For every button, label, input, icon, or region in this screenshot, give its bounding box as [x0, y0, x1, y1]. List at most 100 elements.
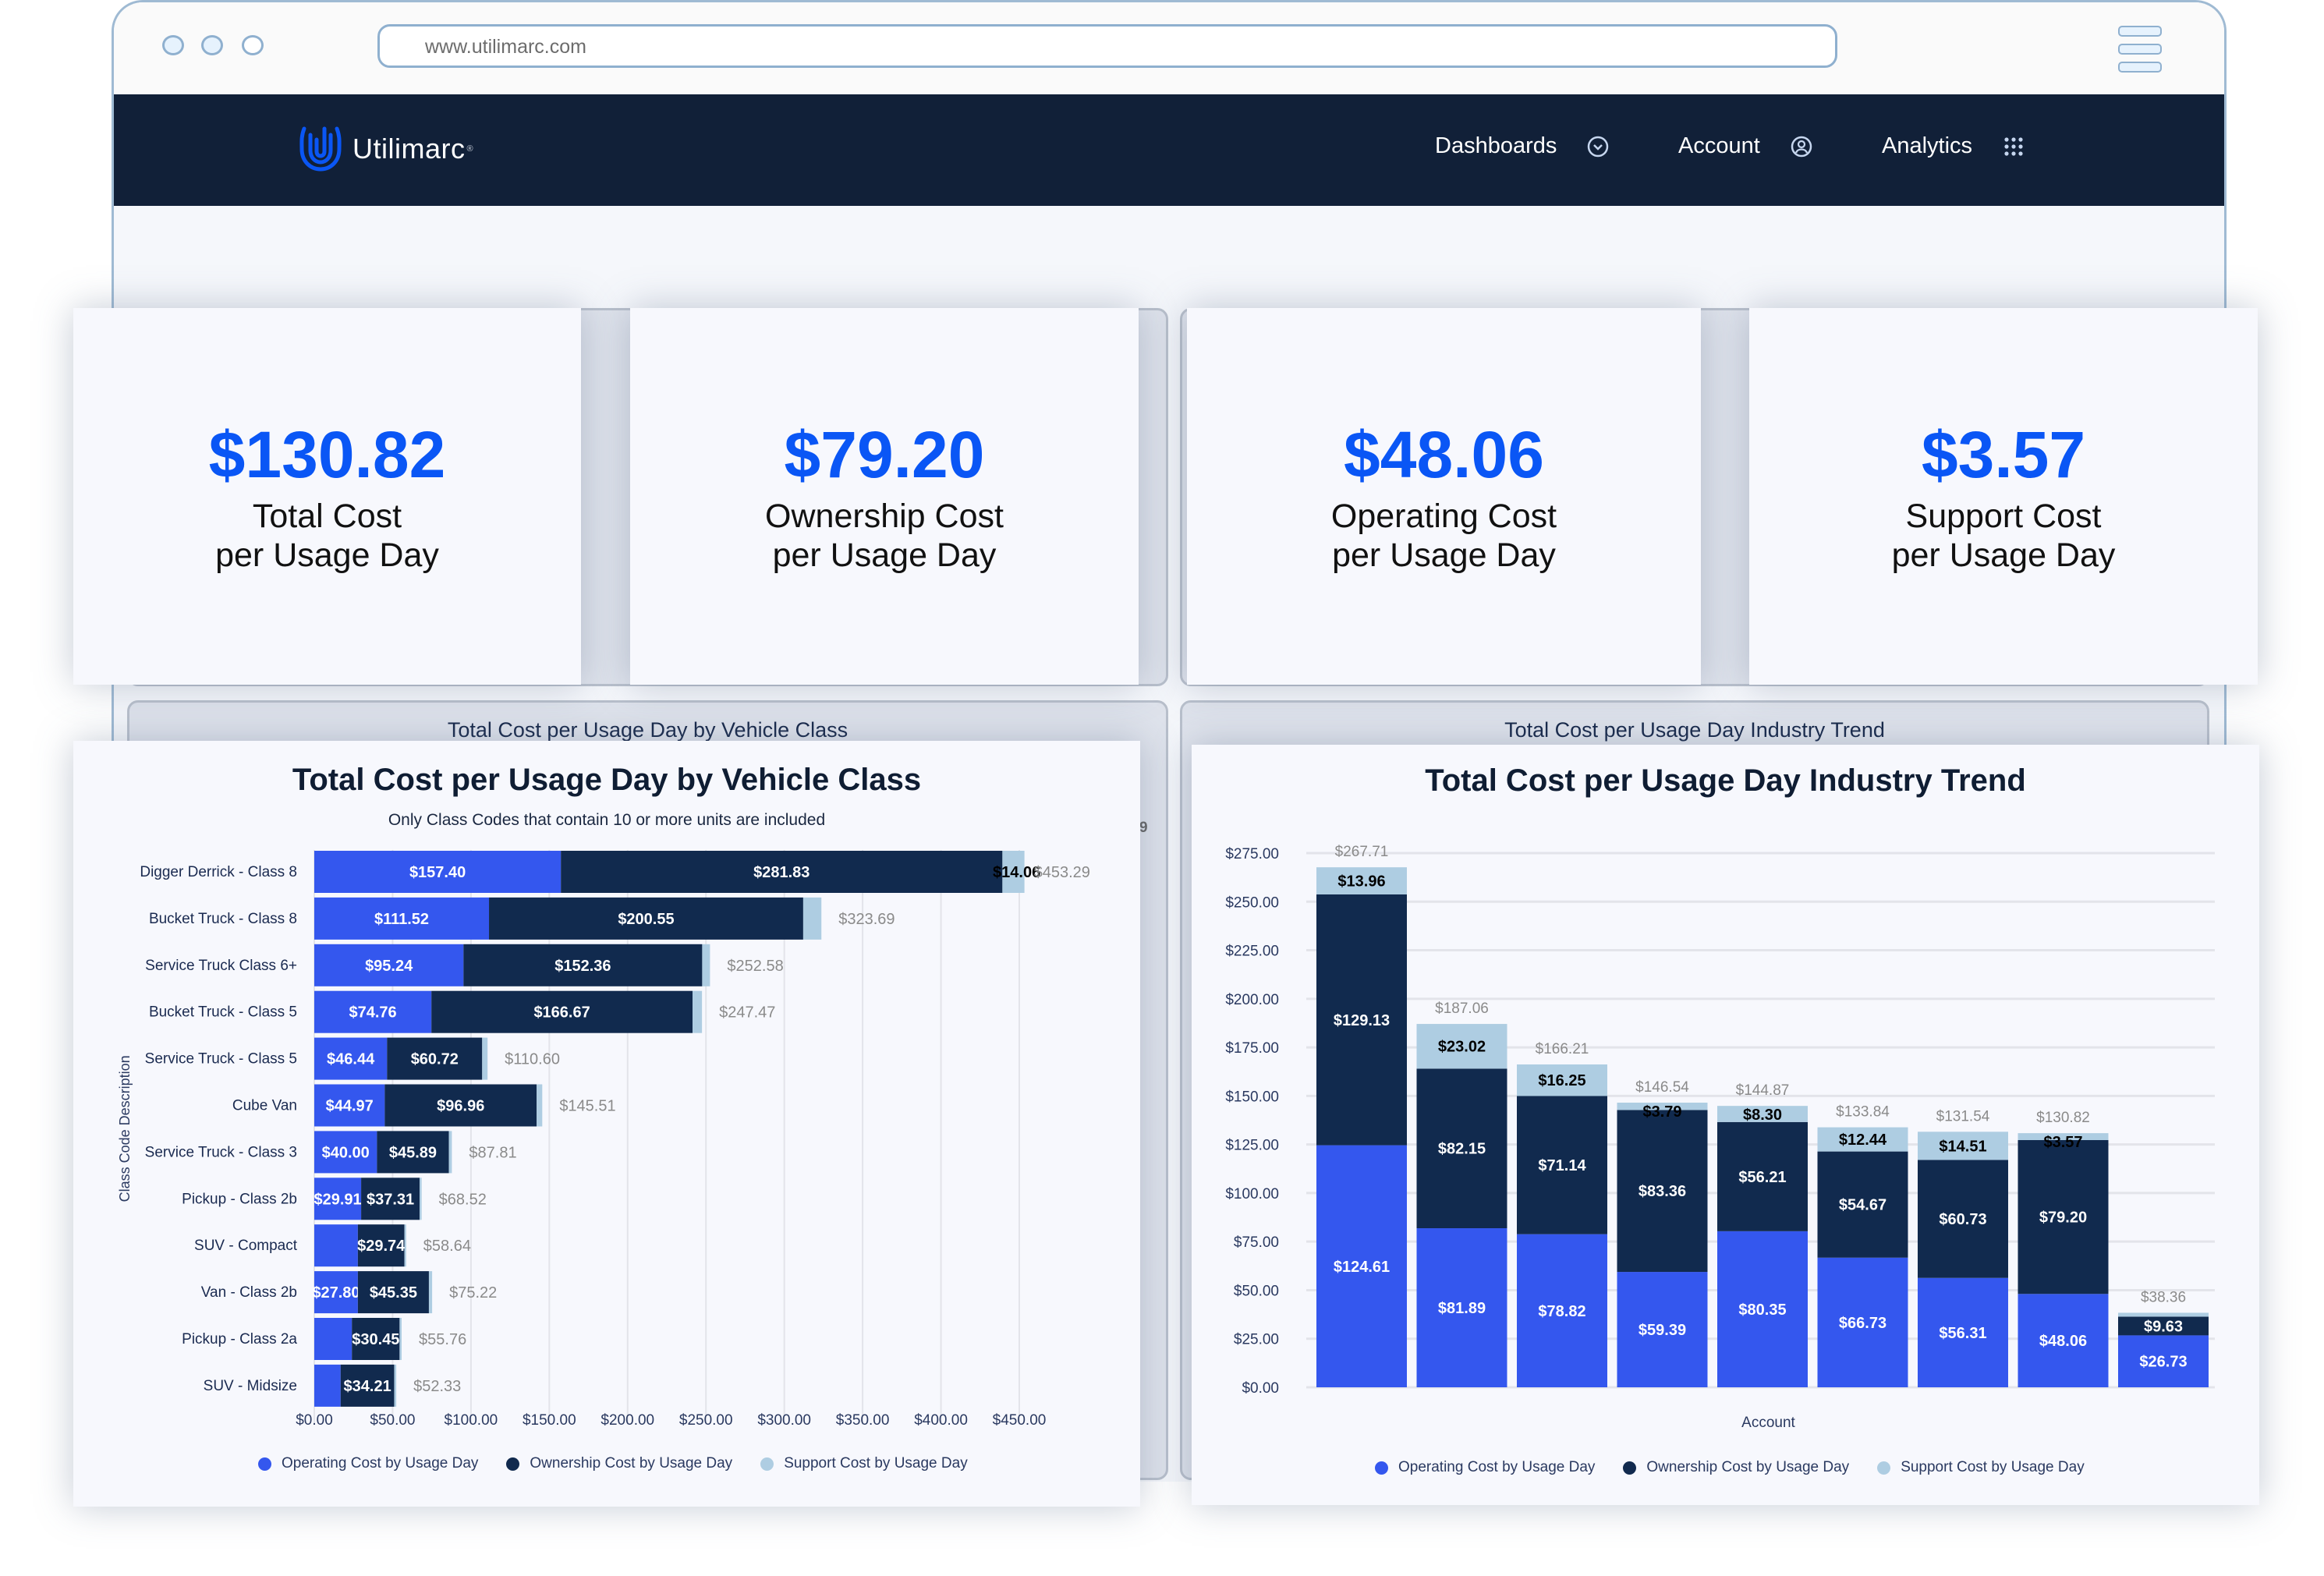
brand-logo[interactable]: Utilimarc ®: [299, 126, 473, 172]
bar-total-label: $87.81: [469, 1144, 516, 1161]
bar-data-label: $83.36: [1638, 1183, 1686, 1200]
bar-total-label: $166.21: [1536, 1041, 1589, 1057]
kpi-label: Operating Cost per Usage Day: [1330, 498, 1557, 574]
y-tick-label: $0.00: [1242, 1380, 1279, 1397]
bar-data-label: $29.91: [314, 1191, 361, 1208]
bar-total-label: $247.47: [719, 1004, 775, 1022]
bar-data-label: $40.00: [322, 1144, 370, 1161]
legend-swatch: [1375, 1461, 1388, 1475]
browser-toolbar: www.utilimarc.com: [114, 2, 2224, 94]
browser-menu-icon[interactable]: [2118, 26, 2162, 73]
bar-data-label: $56.31: [1939, 1325, 1986, 1342]
grid-dots-icon: [2002, 135, 2025, 158]
bar-total-label: $252.58: [727, 958, 783, 975]
legend-swatch: [760, 1457, 774, 1471]
bar-data-label: $3.79: [1642, 1103, 1681, 1121]
address-bar[interactable]: www.utilimarc.com: [377, 24, 1837, 68]
user-circle-icon: [1790, 135, 1813, 158]
address-bar-url: www.utilimarc.com: [425, 36, 586, 58]
legend-item-operating[interactable]: Operating Cost by Usage Day: [258, 1455, 478, 1472]
utilimarc-logo-icon: [299, 126, 342, 172]
x-tick-label: $150.00: [523, 1412, 576, 1429]
legend-swatch: [1623, 1461, 1637, 1475]
window-maximize-button[interactable]: [242, 35, 264, 55]
bar-data-label: $30.45: [352, 1331, 399, 1348]
nav-analytics[interactable]: Analytics: [1882, 133, 2025, 159]
y-tick-label: $175.00: [1225, 1040, 1279, 1057]
bar-data-label: $82.15: [1438, 1141, 1486, 1158]
kpi-label: Ownership Cost per Usage Day: [765, 498, 1004, 574]
chart-card-industry-trend: Total Cost per Usage Day Industry Trend …: [1192, 745, 2259, 1505]
bar-data-label: $81.89: [1438, 1300, 1486, 1317]
kpi-card-operating-cost: $48.06 Operating Cost per Usage Day: [1187, 308, 1701, 685]
chart-legend: Operating Cost by Usage Day Ownership Co…: [1375, 1459, 2113, 1476]
bar-total-label: $52.33: [413, 1378, 461, 1395]
bar-total-label: $68.52: [439, 1191, 487, 1208]
legend-item-support[interactable]: Support Cost by Usage Day: [1877, 1459, 2085, 1476]
bar-data-label: $111.52: [374, 911, 429, 928]
bar-total-label: $55.76: [419, 1331, 466, 1348]
category-label: Bucket Truck - Class 8: [149, 911, 297, 927]
legend-item-operating[interactable]: Operating Cost by Usage Day: [1375, 1459, 1595, 1476]
bar-data-label: $166.67: [533, 1004, 590, 1022]
bar-total-label: $110.60: [505, 1051, 560, 1068]
background-chart-title: Total Cost per Usage Day by Vehicle Clas…: [447, 718, 848, 742]
bar-data-label: $95.24: [365, 958, 413, 975]
x-tick-label: $50.00: [370, 1412, 415, 1429]
bar-segment-operating: [314, 1364, 341, 1407]
category-label: Cube Van: [232, 1098, 297, 1114]
nav-account[interactable]: Account: [1678, 133, 1813, 159]
bar-data-label: $60.73: [1939, 1211, 1986, 1228]
bar-data-label: $79.20: [2039, 1209, 2087, 1227]
bar-total-label: $58.64: [423, 1238, 471, 1255]
kpi-value: $3.57: [1921, 418, 2086, 491]
legend-item-ownership[interactable]: Ownership Cost by Usage Day: [506, 1455, 732, 1472]
nav-dashboards-label: Dashboards: [1435, 133, 1557, 158]
bar-total-label: $130.82: [2036, 1110, 2090, 1126]
category-label: Service Truck - Class 5: [145, 1051, 297, 1068]
bar-data-label: $78.82: [1538, 1303, 1585, 1320]
bar-data-label: $23.02: [1438, 1039, 1486, 1056]
bar-total-label: $187.06: [1435, 1000, 1489, 1017]
bar-data-label: $281.83: [753, 864, 810, 881]
bar-data-label: $45.89: [389, 1144, 437, 1161]
bar-segment-support: [537, 1084, 543, 1127]
bar-total-label: $145.51: [559, 1098, 615, 1115]
brand-name: Utilimarc: [352, 133, 466, 165]
nav-dashboards[interactable]: Dashboards: [1435, 133, 1610, 159]
y-tick-label: $25.00: [1234, 1332, 1279, 1348]
bar-data-label: $44.97: [326, 1098, 374, 1115]
bar-data-label: $66.73: [1839, 1315, 1886, 1332]
bar-data-label: $48.06: [2039, 1333, 2087, 1350]
bar-data-label: $8.30: [1743, 1107, 1782, 1124]
bar-data-label: $3.57: [2043, 1134, 2082, 1151]
bar-segment-support: [420, 1178, 422, 1220]
bar-segment-support: [404, 1224, 406, 1267]
bar-data-label: $27.80: [312, 1284, 360, 1302]
window-close-button[interactable]: [162, 35, 184, 55]
bar-total-label: $267.71: [1335, 844, 1389, 860]
y-tick-label: $200.00: [1225, 992, 1279, 1008]
bar-data-label: $34.21: [344, 1378, 391, 1395]
y-tick-label: $275.00: [1225, 846, 1279, 862]
vertical-stacked-bar-chart: $0.00 $25.00 $50.00 $75.00 $100.00 $125.00 $15…: [1225, 844, 2215, 1431]
category-label: Pickup - Class 2b: [182, 1191, 297, 1207]
window-minimize-button[interactable]: [201, 35, 223, 55]
bar-total-label: $453.29: [1034, 864, 1090, 881]
category-label: Van - Class 2b: [201, 1284, 297, 1301]
legend-item-ownership[interactable]: Ownership Cost by Usage Day: [1623, 1459, 1849, 1476]
bar-segment-support: [482, 1037, 488, 1080]
kpi-card-support-cost: $3.57 Support Cost per Usage Day: [1749, 308, 2258, 685]
top-navbar: Utilimarc ® Dashboards Account Analytics: [114, 94, 2224, 206]
bar-data-label: $80.35: [1738, 1302, 1786, 1319]
bar-segment-support: [693, 990, 703, 1033]
bar-total-label: $144.87: [1736, 1082, 1790, 1099]
bar-segment-support: [448, 1131, 452, 1174]
x-tick-label: $200.00: [600, 1412, 654, 1429]
x-tick-label: $450.00: [993, 1412, 1047, 1429]
legend-item-support[interactable]: Support Cost by Usage Day: [760, 1455, 968, 1472]
bar-data-label: $16.25: [1538, 1072, 1585, 1089]
y-tick-label: $150.00: [1225, 1089, 1279, 1105]
x-tick-label: $350.00: [836, 1412, 890, 1429]
bar-total-label: $323.69: [838, 911, 895, 928]
